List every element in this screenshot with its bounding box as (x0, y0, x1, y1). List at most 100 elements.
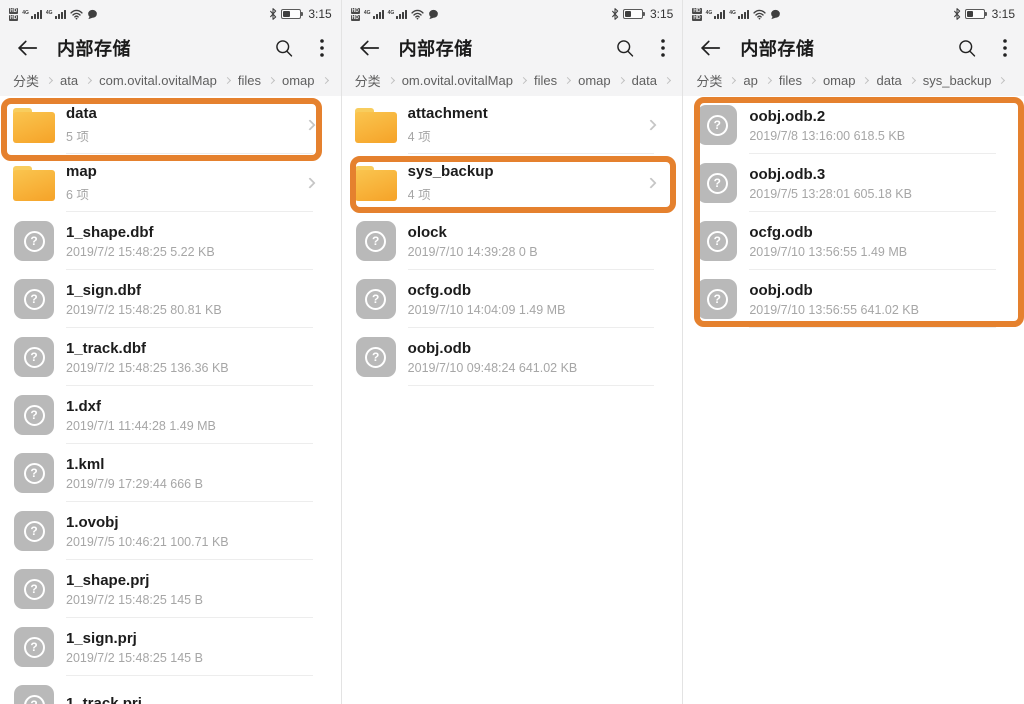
folder-row[interactable]: map6 项 (0, 154, 341, 212)
kebab-menu-icon[interactable] (1003, 39, 1007, 57)
breadcrumb-separator-icon (618, 76, 625, 83)
breadcrumb-item[interactable]: 分类 (13, 71, 39, 90)
folder-icon (355, 108, 397, 143)
top-bar-area: HD HD 4G 4G (0, 0, 341, 96)
question-mark-icon: ? (24, 405, 45, 426)
kebab-menu-icon[interactable] (661, 39, 665, 57)
file-name: sys_backup (408, 163, 639, 180)
question-mark-icon: ? (24, 579, 45, 600)
breadcrumb-item[interactable]: com.ovital.ovitalMap (99, 73, 217, 88)
breadcrumb-item[interactable]: omap (578, 73, 611, 88)
file-name: olock (408, 224, 639, 241)
file-row[interactable]: ? olock2019/7/10 14:39:28 0 B (342, 212, 683, 270)
unknown-file-icon: ? (14, 453, 54, 493)
status-icons-left: HD HD 4G 4G (9, 8, 98, 21)
breadcrumb-item[interactable]: om.ovital.ovitalMap (402, 73, 513, 88)
signal-4g-label: 4G (22, 10, 29, 16)
file-list: data5 项map6 项?1_shape.dbf2019/7/2 15:48:… (0, 96, 341, 704)
app-bar: 内部存储 (342, 28, 683, 68)
breadcrumb-item[interactable]: files (238, 73, 261, 88)
unknown-file-icon: ? (696, 279, 738, 319)
unknown-file-icon: ? (14, 511, 54, 551)
file-text-block: olock2019/7/10 14:39:28 0 B (408, 224, 683, 259)
file-row[interactable]: ?1_sign.prj2019/7/2 15:48:25 145 B (0, 618, 341, 676)
breadcrumb-item[interactable]: files (534, 73, 557, 88)
file-meta: 2019/7/10 13:56:55 641.02 KB (749, 303, 980, 317)
folder-row[interactable]: sys_backup4 项 (342, 154, 683, 212)
back-arrow-icon[interactable] (359, 39, 380, 57)
signal-4g-label: 4G (364, 10, 371, 16)
file-text-block: 1.kml2019/7/9 17:29:44 666 B (66, 456, 341, 491)
file-row[interactable]: ?1_shape.dbf2019/7/2 15:48:25 5.22 KB (0, 212, 341, 270)
file-meta: 4 项 (408, 126, 639, 145)
file-row[interactable]: ?1_sign.dbf2019/7/2 15:48:25 80.81 KB (0, 270, 341, 328)
file-row[interactable]: ?1_track.prj (0, 676, 341, 704)
file-meta: 2019/7/2 15:48:25 145 B (66, 651, 297, 665)
breadcrumb-item[interactable]: files (779, 73, 802, 88)
question-mark-icon: ? (365, 289, 386, 310)
question-mark-icon: ? (24, 521, 45, 542)
file-name: 1.ovobj (66, 514, 297, 531)
breadcrumb-separator-icon (909, 76, 916, 83)
file-row[interactable]: ?1.ovobj2019/7/5 10:46:21 100.71 KB (0, 502, 341, 560)
signal-bars-icon (373, 10, 384, 19)
status-icons-right: 3:15 (269, 7, 331, 21)
unknown-file-icon: ? (355, 221, 397, 261)
back-arrow-icon[interactable] (700, 39, 721, 57)
file-meta: 2019/7/10 13:56:55 1.49 MB (749, 245, 980, 259)
signal-bars-icon (738, 10, 749, 19)
breadcrumb-item[interactable]: 分类 (355, 71, 381, 90)
file-row[interactable]: ? ocfg.odb2019/7/10 13:56:55 1.49 MB (683, 212, 1024, 270)
file-row[interactable]: ?oobj.odb2019/7/10 09:48:24 641.02 KB (342, 328, 683, 386)
file-row[interactable]: ?1_track.dbf2019/7/2 15:48:25 136.36 KB (0, 328, 341, 386)
unknown-file-icon: ? (14, 569, 54, 609)
kebab-menu-icon[interactable] (320, 39, 324, 57)
hd-badge-icon: HD (9, 8, 18, 14)
breadcrumb-item[interactable]: omap (282, 73, 315, 88)
back-arrow-icon[interactable] (17, 39, 38, 57)
breadcrumb-item[interactable]: data (876, 73, 901, 88)
file-name: 1_shape.prj (66, 572, 297, 589)
file-row[interactable]: ?1.dxf2019/7/1 11:44:28 1.49 MB (0, 386, 341, 444)
hd-badge-icon: HD (351, 15, 360, 21)
status-icons-right: 3:15 (953, 7, 1015, 21)
folder-icon (13, 166, 55, 201)
search-icon[interactable] (274, 38, 294, 58)
unknown-file-icon: ? (13, 685, 55, 704)
top-bar-area: HD HD 4G 4G (683, 0, 1024, 96)
breadcrumb-item[interactable]: ap (743, 73, 757, 88)
breadcrumb-item[interactable]: sys_backup (923, 73, 992, 88)
signal-4g-icon: 4G (46, 10, 66, 19)
search-icon[interactable] (957, 38, 977, 58)
file-row[interactable]: ?oobj.odb.32019/7/5 13:28:01 605.18 KB (683, 154, 1024, 212)
file-row[interactable]: ?oobj.odb.22019/7/8 13:16:00 618.5 KB (683, 96, 1024, 154)
wifi-icon (70, 9, 83, 20)
signal-4g-label: 4G (46, 10, 53, 16)
signal-4g-icon: 4G (706, 10, 726, 19)
breadcrumb-item[interactable]: ata (60, 73, 78, 88)
folder-icon (355, 108, 397, 143)
file-name: data (66, 105, 297, 122)
file-row[interactable]: ?oobj.odb2019/7/10 13:56:55 641.02 KB (683, 270, 1024, 328)
folder-row[interactable]: data5 项 (0, 96, 341, 154)
question-mark-icon: ? (24, 695, 45, 704)
phone-screenshot-2: HD HD 4G 4G (341, 0, 683, 704)
file-row[interactable]: ?1_shape.prj2019/7/2 15:48:25 145 B (0, 560, 341, 618)
search-icon[interactable] (615, 38, 635, 58)
breadcrumb-item[interactable]: 分类 (696, 71, 722, 90)
file-meta: 2019/7/5 13:28:01 605.18 KB (749, 187, 980, 201)
file-row[interactable]: ? 1.kml2019/7/9 17:29:44 666 B (0, 444, 341, 502)
breadcrumb-item[interactable]: omap (823, 73, 856, 88)
file-name: map (66, 163, 297, 180)
file-text-block: 1_sign.dbf2019/7/2 15:48:25 80.81 KB (66, 282, 341, 317)
breadcrumb-separator-icon (998, 76, 1005, 83)
file-meta: 2019/7/10 09:48:24 641.02 KB (408, 361, 639, 375)
file-row[interactable]: ?ocfg.odb2019/7/10 14:04:09 1.49 MB (342, 270, 683, 328)
breadcrumb-item[interactable]: data (632, 73, 657, 88)
hd-badges-icon: HD HD (692, 8, 701, 21)
folder-row[interactable]: attachment4 项 (342, 96, 683, 154)
hd-badges-icon: HD HD (9, 8, 18, 21)
file-text-block: ocfg.odb2019/7/10 13:56:55 1.49 MB (749, 224, 1024, 259)
file-list: ?oobj.odb.22019/7/8 13:16:00 618.5 KB?oo… (683, 96, 1024, 328)
unknown-file-icon: ? (697, 221, 737, 261)
